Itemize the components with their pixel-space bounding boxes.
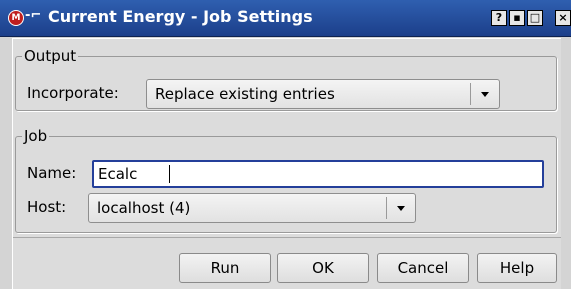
close-window-button[interactable]: × (555, 10, 571, 26)
app-logo-icon: M (8, 10, 24, 26)
incorporate-label: Incorporate: (27, 84, 119, 102)
name-label: Name: (27, 164, 77, 182)
maximize-window-button[interactable]: □ (527, 10, 543, 26)
output-group-title: Output (24, 47, 77, 65)
job-name-field[interactable] (92, 160, 544, 188)
chevron-down-icon[interactable] (481, 92, 489, 97)
window-title: Current Energy - Job Settings (48, 7, 313, 26)
divider (13, 237, 561, 238)
pin-icon[interactable]: -⌐ (25, 8, 41, 23)
host-select[interactable]: localhost (4) (88, 193, 416, 223)
title-bar[interactable]: M -⌐ Current Energy - Job Settings ? ▪ □… (0, 0, 571, 37)
help-window-button[interactable]: ? (491, 10, 507, 26)
cancel-button[interactable]: Cancel (377, 253, 469, 283)
ok-button[interactable]: OK (277, 253, 369, 283)
host-selected-value: localhost (4) (97, 199, 191, 217)
job-group-title: Job (24, 127, 48, 145)
chevron-down-icon[interactable] (397, 206, 405, 211)
incorporate-select[interactable]: Replace existing entries (146, 79, 500, 109)
dropdown-separator (386, 197, 387, 219)
dialog-body: Output Incorporate: Replace existing ent… (12, 38, 561, 289)
job-group: Job Name: Host: localhost (4) (15, 127, 557, 233)
host-label: Host: (27, 198, 67, 216)
incorporate-selected-value: Replace existing entries (155, 85, 335, 103)
minimize-window-button[interactable]: ▪ (509, 10, 525, 26)
output-group: Output Incorporate: Replace existing ent… (15, 47, 557, 111)
run-button[interactable]: Run (179, 253, 271, 283)
dropdown-separator (470, 83, 471, 105)
help-button[interactable]: Help (477, 253, 557, 283)
job-name-input[interactable] (98, 164, 518, 184)
text-caret (169, 165, 170, 183)
